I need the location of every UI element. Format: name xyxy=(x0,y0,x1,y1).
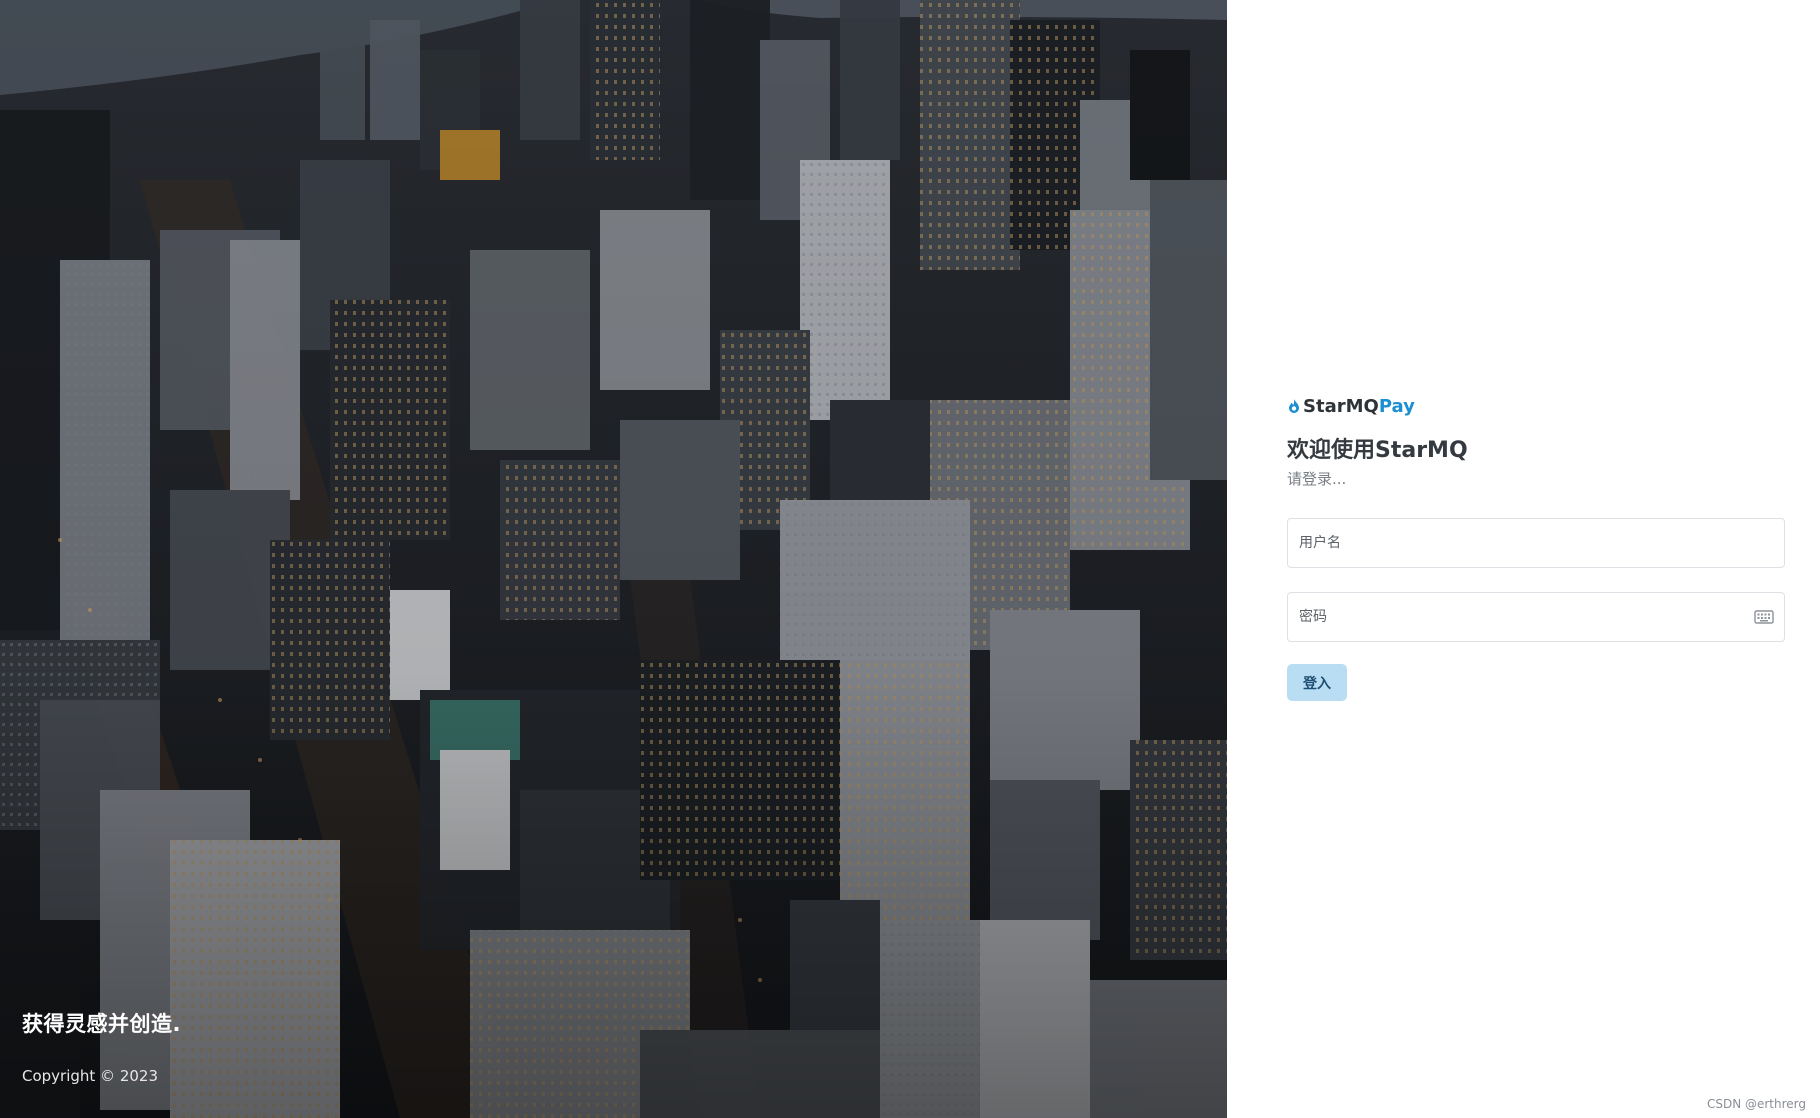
password-field xyxy=(1287,592,1785,642)
brand-name-accent: Pay xyxy=(1378,395,1415,417)
watermark-text: CSDN @erthrerg xyxy=(1706,1097,1806,1111)
keyboard-icon[interactable] xyxy=(1754,608,1774,626)
hero-tagline: 获得灵感并创造. xyxy=(22,1012,181,1036)
login-subtitle: 请登录... xyxy=(1287,470,1347,488)
flame-icon xyxy=(1287,398,1301,414)
login-button[interactable]: 登入 xyxy=(1287,664,1347,701)
login-page: 获得灵感并创造. Copyright © 2023 StarMQ Pay 欢迎使用… xyxy=(0,0,1820,1118)
brand-logo: StarMQ Pay xyxy=(1287,394,1787,418)
hero-panel: 获得灵感并创造. Copyright © 2023 xyxy=(0,0,1227,1118)
username-input[interactable] xyxy=(1288,519,1784,567)
username-field xyxy=(1287,518,1785,568)
hero-overlay xyxy=(0,0,1227,1118)
brand-name: StarMQ xyxy=(1303,395,1379,417)
hero-copyright: Copyright © 2023 xyxy=(22,1067,159,1085)
login-panel: StarMQ Pay 欢迎使用StarMQ 请登录... 用户名 登入 CSDN… xyxy=(1227,0,1820,1118)
login-form: StarMQ Pay 欢迎使用StarMQ 请登录... 用户名 登入 xyxy=(1287,394,1787,701)
welcome-heading: 欢迎使用StarMQ xyxy=(1287,438,1468,463)
password-input[interactable] xyxy=(1288,593,1784,641)
